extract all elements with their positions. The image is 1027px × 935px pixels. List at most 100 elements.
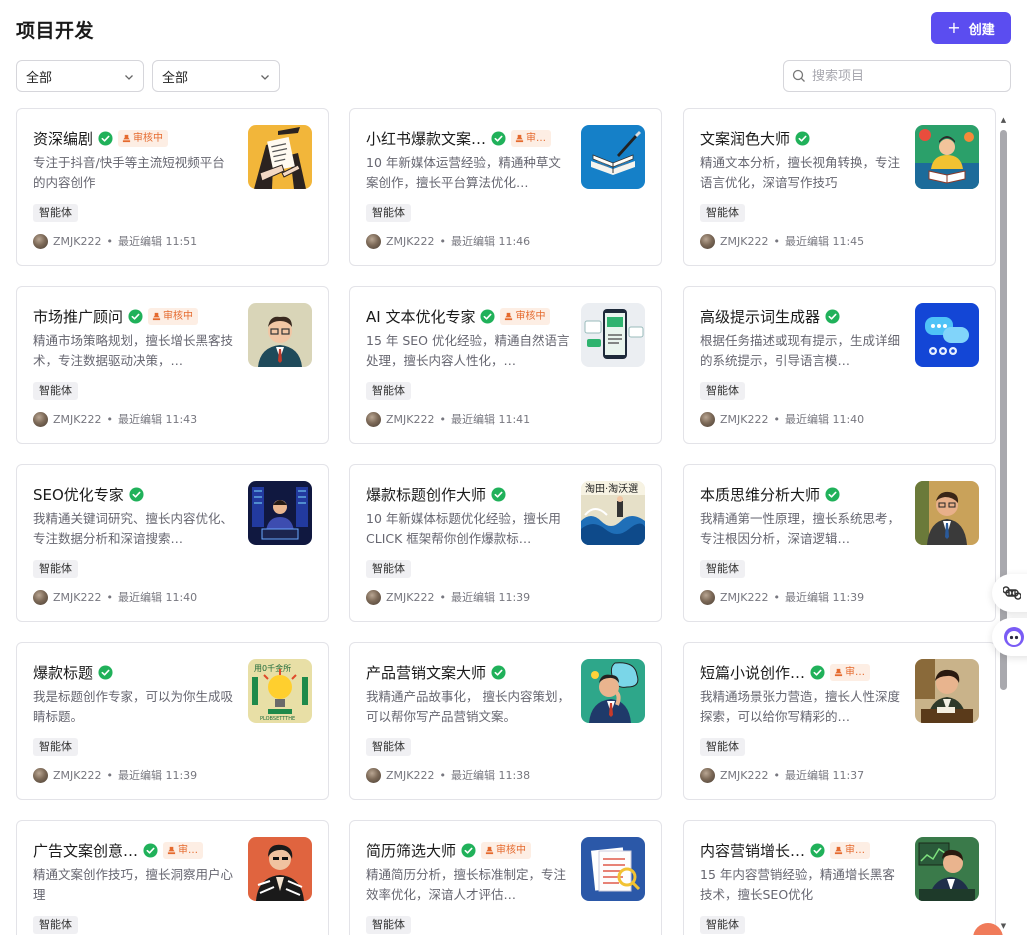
project-card[interactable]: 高级提示词生成器 根据任务描述或现有提示，生成详细的系统提示，引导语言模… 智能体 Z… bbox=[683, 286, 996, 444]
scroll-up-arrow[interactable]: ▲ bbox=[999, 116, 1008, 124]
card-title-row: AI 文本优化专家 审核中 bbox=[366, 305, 569, 327]
assistant-float-button[interactable] bbox=[992, 618, 1027, 656]
project-card[interactable]: 本质思维分析大师 我精通第一性原理，擅长系统思考，专注根因分析，深谙逻辑… 智能体 Z… bbox=[683, 464, 996, 622]
card-meta: ZMJK222 • 最近编辑 11:40 bbox=[700, 411, 864, 427]
last-edited: 最近编辑 11:43 bbox=[117, 413, 198, 426]
card-type-tag: 智能体 bbox=[700, 738, 745, 756]
last-edited: 最近编辑 11:45 bbox=[784, 235, 865, 248]
card-description: 我精通产品故事化， 擅长内容策划，可以帮你写产品营销文案。 bbox=[366, 689, 570, 724]
card-title: 短篇小说创作… bbox=[700, 663, 806, 682]
svg-text:用0千金所: 用0千金所 bbox=[254, 663, 291, 673]
card-title-row: 小红书爆款文案… 审… bbox=[366, 127, 569, 149]
phone-ui-image bbox=[581, 303, 645, 367]
project-card[interactable]: 产品营销文案大师 我精通产品故事化， 擅长内容策划，可以帮你写产品营销文案。 智能体… bbox=[349, 642, 662, 800]
project-card[interactable]: 爆款标题 我是标题创作专家，可以为你生成吸睛标题。 智能体 ZMJK222 • 最近编辑 … bbox=[16, 642, 329, 800]
review-status-badge: 审… bbox=[163, 841, 204, 859]
card-title: 爆款标题创作大师 bbox=[366, 485, 487, 504]
card-title-row: 爆款标题创作大师 bbox=[366, 483, 569, 505]
project-card[interactable]: SEO优化专家 我精通关键词研究、擅长内容优化、专注数据分析和深谙搜索… 智能体 ZM… bbox=[16, 464, 329, 622]
meta-separator: • bbox=[106, 234, 113, 248]
filter-bar: 全部 全部 bbox=[16, 60, 1011, 92]
card-type-tag: 智能体 bbox=[33, 382, 78, 400]
meta-separator: • bbox=[439, 234, 446, 248]
review-status-badge: 审… bbox=[830, 841, 871, 859]
review-status-label: 审核中 bbox=[163, 310, 194, 322]
last-edited: 最近编辑 11:39 bbox=[784, 591, 865, 604]
project-card[interactable]: 文案润色大师 精通文本分析，擅长视角转换，专注语言优化，深谙写作技巧 智能体 ZMJK… bbox=[683, 108, 996, 266]
search-input[interactable] bbox=[812, 68, 992, 84]
project-card[interactable]: 小红书爆款文案… 审… 10 年新媒体运营经验，精通种草文案创作，擅长平台算法优化…… bbox=[349, 108, 662, 266]
card-description: 10 年新媒体运营经验，精通种草文案创作，擅长平台算法优化… bbox=[366, 155, 561, 190]
verified-check-icon bbox=[461, 842, 476, 858]
svg-text:PLOBSETTTHE: PLOBSETTTHE bbox=[260, 716, 295, 722]
review-stamp-icon bbox=[122, 134, 131, 142]
verified-check-icon bbox=[143, 842, 158, 858]
author-name: ZMJK222 bbox=[720, 768, 769, 782]
card-type-tag: 智能体 bbox=[33, 916, 78, 934]
verified-check-icon bbox=[98, 130, 113, 146]
card-meta: ZMJK222 • 最近编辑 11:41 bbox=[366, 411, 530, 427]
card-meta: ZMJK222 • 最近编辑 11:45 bbox=[700, 233, 864, 249]
create-button[interactable]: + 创建 bbox=[931, 12, 1011, 44]
scrollbar[interactable]: ▲ ▼ bbox=[999, 116, 1008, 935]
review-stamp-icon bbox=[167, 846, 176, 854]
card-meta: ZMJK222 • 最近编辑 11:46 bbox=[366, 233, 530, 249]
card-title: 高级提示词生成器 bbox=[700, 307, 821, 326]
card-type-tag: 智能体 bbox=[33, 560, 78, 578]
meta-separator: • bbox=[439, 768, 446, 782]
project-card[interactable]: 资深编剧 审核中 专注于抖音/快手等主流短视频平台的内容创作 智能体 ZMJK222 • 最… bbox=[16, 108, 329, 266]
writer-desk-image bbox=[915, 659, 979, 723]
project-card[interactable]: 短篇小说创作… 审… 我精通场景张力营造，擅长人性深度探索，可以给你写精彩的… 智能体… bbox=[683, 642, 996, 800]
author-avatar bbox=[366, 233, 381, 249]
type-filter-value: 全部 bbox=[26, 70, 53, 86]
card-title-row: 高级提示词生成器 bbox=[700, 305, 903, 327]
resume-stack-image bbox=[581, 837, 645, 901]
review-stamp-icon bbox=[834, 846, 843, 854]
card-description: 我是标题创作专家，可以为你生成吸睛标题。 bbox=[33, 689, 234, 724]
project-card[interactable]: 简历筛选大师 审核中 精通简历分析，擅长标准制定，专注效率优化，深谙人才评估… 智能体… bbox=[349, 820, 662, 935]
type-filter-select[interactable]: 全部 bbox=[16, 60, 144, 92]
author-avatar bbox=[700, 411, 715, 427]
author-name: ZMJK222 bbox=[720, 590, 769, 604]
card-title: SEO优化专家 bbox=[33, 485, 124, 504]
review-status-badge: 审核中 bbox=[118, 129, 169, 147]
project-card[interactable]: 内容营销增长…审…15 年内容营销经验，精通增长黑客技术，擅长SEO优化智能体Z… bbox=[683, 820, 996, 935]
notebook-pen-image bbox=[581, 125, 645, 189]
author-name: ZMJK222 bbox=[53, 412, 102, 426]
project-card[interactable]: 爆款标题创作大师 10 年新媒体标题优化经验，擅长用CLICK 框架帮你创作爆款标… bbox=[349, 464, 662, 622]
card-type-tag: 智能体 bbox=[700, 560, 745, 578]
meta-separator: • bbox=[773, 234, 780, 248]
meta-separator: • bbox=[106, 412, 113, 426]
search-box[interactable] bbox=[783, 60, 1011, 92]
card-type-tag: 智能体 bbox=[366, 204, 411, 222]
verified-check-icon bbox=[795, 130, 810, 146]
card-title-row: 广告文案创意… 审… bbox=[33, 839, 236, 861]
last-edited: 最近编辑 11:39 bbox=[117, 769, 198, 782]
page-header: 项目开发 + 创建 bbox=[16, 12, 1011, 44]
review-status-label: 审… bbox=[845, 666, 866, 678]
review-status-label: 审核中 bbox=[515, 310, 546, 322]
status-filter-select[interactable]: 全部 bbox=[152, 60, 280, 92]
project-card[interactable]: 广告文案创意…审…精通文案创作技巧，擅长洞察用户心理智能体ZMJK222•最近编… bbox=[16, 820, 329, 935]
card-title-row: 爆款标题 bbox=[33, 661, 236, 683]
verified-check-icon bbox=[491, 664, 506, 680]
verified-check-icon bbox=[128, 308, 143, 324]
review-status-label: 审… bbox=[845, 844, 866, 856]
chevron-down-icon bbox=[261, 75, 269, 80]
shortcut-float-button[interactable] bbox=[992, 574, 1027, 612]
lightbulb-image: 用0千金所 PLOBSETTTHE bbox=[248, 659, 312, 723]
meta-separator: • bbox=[106, 590, 113, 604]
last-edited: 最近编辑 11:37 bbox=[784, 769, 865, 782]
plus-icon: + bbox=[947, 18, 961, 37]
review-stamp-icon bbox=[485, 846, 494, 854]
card-title: 爆款标题 bbox=[33, 663, 94, 682]
review-status-badge: 审… bbox=[830, 663, 871, 681]
card-meta: ZMJK222 • 最近编辑 11:40 bbox=[33, 589, 197, 605]
card-description: 根据任务描述或现有提示，生成详细的系统提示，引导语言模… bbox=[700, 333, 901, 368]
project-card[interactable]: AI 文本优化专家 审核中 15 年 SEO 优化经验，精通自然语言处理，擅长内容人… bbox=[349, 286, 662, 444]
author-name: ZMJK222 bbox=[720, 412, 769, 426]
svg-text:淘田·淘沃選: 淘田·淘沃選 bbox=[585, 482, 638, 495]
author-avatar bbox=[700, 589, 715, 605]
project-card[interactable]: 市场推广顾问 审核中 精通市场策略规划，擅长增长黑客技术，专注数据驱动决策，… 智能体… bbox=[16, 286, 329, 444]
card-title: 文案润色大师 bbox=[700, 129, 791, 148]
